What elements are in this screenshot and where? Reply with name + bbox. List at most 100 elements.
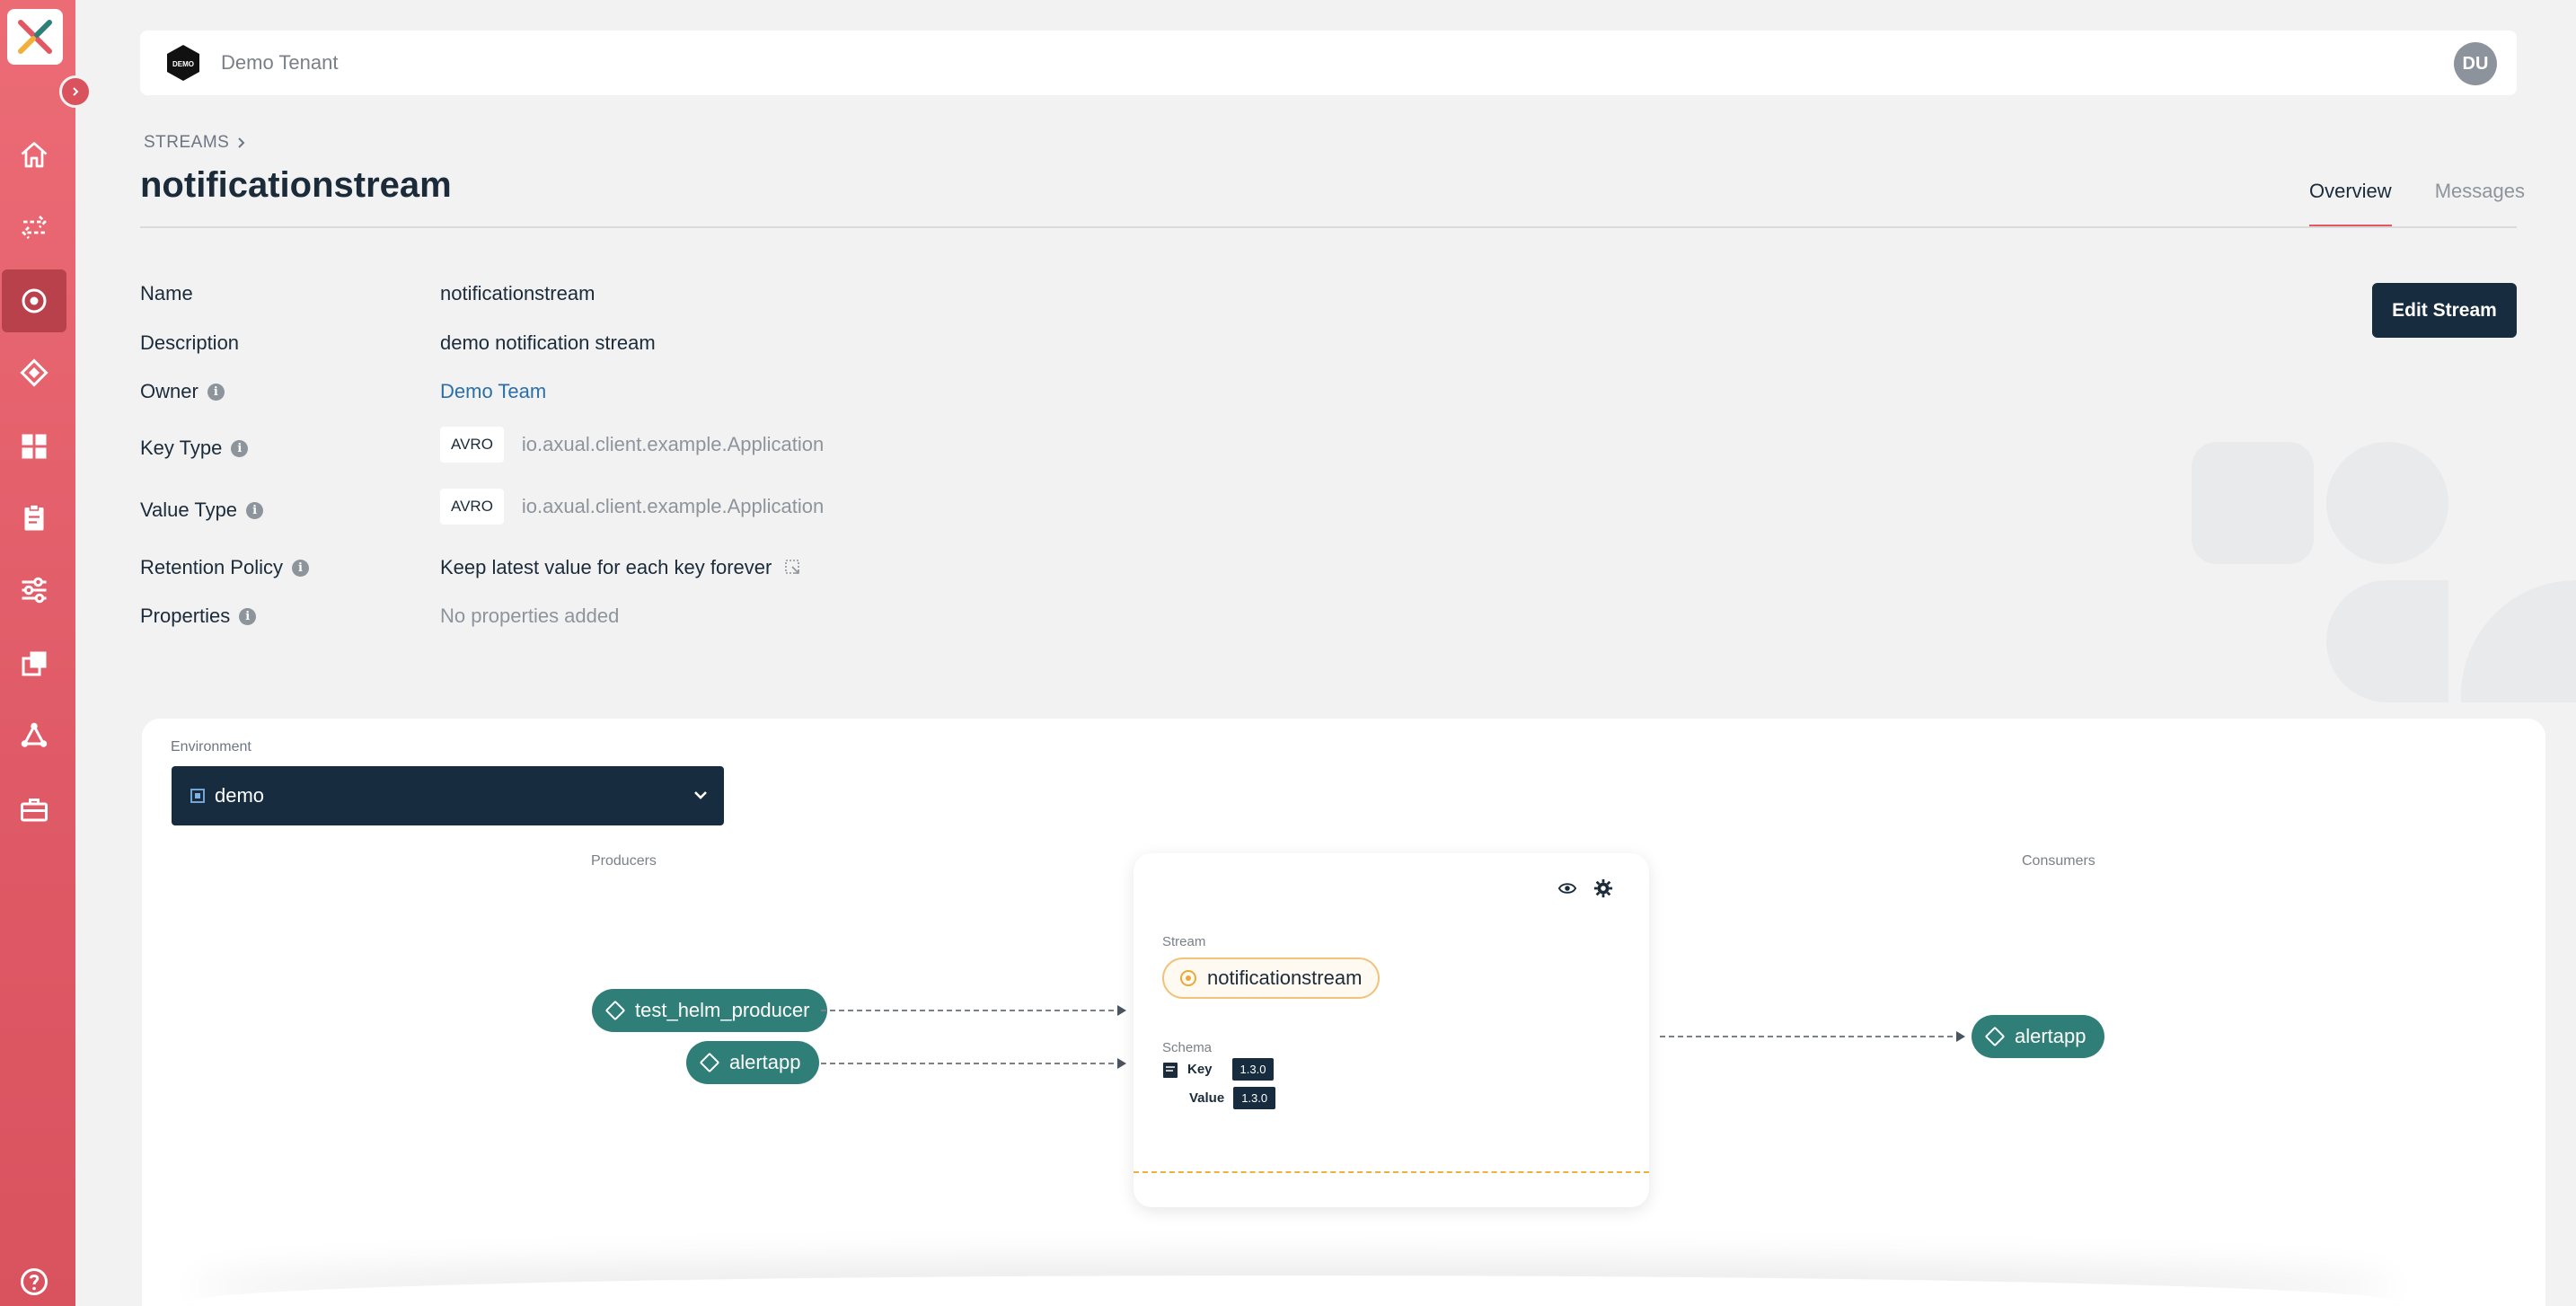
producer-node[interactable]: alertapp	[686, 1041, 819, 1084]
sidebar-expand-button[interactable]	[59, 75, 92, 108]
info-icon[interactable]: i	[246, 501, 264, 519]
dashboard-icon	[22, 434, 47, 459]
decorative-shape	[2192, 442, 2314, 564]
environment-select[interactable]: demo	[172, 766, 724, 825]
application-icon	[699, 1052, 720, 1073]
apps-arrows-icon	[22, 216, 47, 239]
top-bar: DEMO Demo Tenant DU	[140, 31, 2517, 95]
sidebar-item-toolbox[interactable]	[2, 778, 66, 841]
key-type-value: AVRO io.axual.client.example.Application	[440, 427, 824, 463]
schema-value-version[interactable]: 1.3.0	[1233, 1087, 1276, 1109]
consumer-name: alertapp	[2015, 1025, 2086, 1047]
breadcrumb-streams[interactable]: STREAMS	[144, 133, 229, 153]
schema-key-version[interactable]: 1.3.0	[1231, 1058, 1275, 1081]
info-icon[interactable]: i	[207, 383, 225, 401]
environment-value: demo	[215, 784, 265, 807]
streams-icon	[22, 288, 47, 313]
sidebar-item-settings[interactable]	[2, 559, 66, 622]
retention-policy-value: Keep latest value for each key forever	[440, 556, 802, 579]
sidebar-item-tasks[interactable]	[2, 487, 66, 550]
name-label: Name	[140, 282, 193, 304]
producers-label: Producers	[591, 853, 657, 869]
info-icon[interactable]: i	[291, 559, 309, 577]
name-value: notificationstream	[440, 282, 595, 304]
svg-text:DEMO: DEMO	[172, 60, 194, 68]
copy-icon	[22, 651, 47, 676]
application-icon	[1984, 1026, 2006, 1047]
properties-label: Properties i	[140, 604, 257, 628]
tenant-name: Demo Tenant	[221, 51, 339, 74]
toolbox-icon	[21, 799, 48, 822]
owner-label: Owner i	[140, 380, 225, 403]
producer-name: test_helm_producer	[635, 999, 810, 1021]
home-icon	[21, 142, 48, 168]
gear-icon[interactable]	[1593, 878, 1613, 898]
flow-arrow	[1660, 1031, 1965, 1042]
decorative-shape	[2326, 580, 2448, 702]
sidebar-item-help[interactable]	[2, 1250, 66, 1306]
decorative-shape	[2326, 442, 2448, 564]
schema-value-label: Value	[1189, 1090, 1225, 1106]
sidebar-item-home[interactable]	[2, 124, 66, 187]
stream-name: notificationstream	[1207, 966, 1363, 989]
key-type-badge: AVRO	[440, 427, 504, 463]
eye-icon[interactable]	[1557, 878, 1577, 898]
graph-icon	[21, 722, 48, 747]
divider	[140, 226, 2517, 228]
value-type-class: io.axual.client.example.Application	[521, 495, 825, 517]
producer-name: alertapp	[729, 1051, 801, 1073]
tenant-logo: DEMO	[167, 45, 199, 81]
value-type-value: AVRO io.axual.client.example.Application	[440, 489, 824, 525]
application-icon	[604, 1000, 626, 1021]
sidebar-item-graph[interactable]	[2, 704, 66, 767]
schema-key-label: Key	[1187, 1062, 1213, 1077]
environment-label: Environment	[171, 739, 251, 754]
tab-overview[interactable]: Overview	[2309, 180, 2392, 227]
stream-card: Stream notificationstream Schema Key 1.3…	[1134, 853, 1649, 1207]
chevron-right-icon	[238, 137, 245, 148]
breadcrumb[interactable]: STREAMS	[144, 133, 247, 153]
schema-key-row: Key 1.3.0	[1162, 1058, 1275, 1081]
stream-icon	[1180, 970, 1196, 986]
page-title: notificationstream	[140, 165, 452, 205]
stream-section-label: Stream	[1162, 934, 1206, 949]
sidebar-item-dashboard[interactable]	[2, 415, 66, 478]
consumers-label: Consumers	[2022, 853, 2095, 869]
description-label: Description	[140, 331, 240, 354]
edit-stream-button[interactable]: Edit Stream	[2372, 283, 2517, 338]
info-icon[interactable]: i	[239, 607, 257, 625]
user-avatar[interactable]: DU	[2454, 42, 2497, 85]
environment-icon	[190, 789, 205, 803]
decorative-shape	[2461, 580, 2576, 702]
producer-node[interactable]: test_helm_producer	[592, 989, 828, 1032]
key-type-class: io.axual.client.example.Application	[521, 433, 825, 455]
sidebar-item-applications[interactable]	[2, 341, 66, 404]
axual-logo[interactable]	[7, 9, 63, 65]
tabs: Overview Messages	[2309, 180, 2525, 227]
sidebar-item-copy[interactable]	[2, 632, 66, 695]
tab-messages[interactable]: Messages	[2435, 180, 2525, 227]
flow-arrow	[821, 1005, 1126, 1016]
description-value: demo notification stream	[440, 331, 656, 354]
help-icon	[21, 1268, 48, 1295]
flow-arrow	[821, 1058, 1126, 1069]
compact-icon	[785, 560, 800, 574]
chevron-down-icon	[694, 791, 707, 799]
owner-link[interactable]: Demo Team	[440, 380, 546, 403]
applications-icon	[20, 358, 49, 387]
chevron-right-icon	[73, 87, 79, 96]
sidebar-item-streams[interactable]	[2, 269, 66, 332]
schema-icon	[1163, 1062, 1178, 1078]
consumer-node[interactable]: alertapp	[1972, 1015, 2104, 1058]
key-type-label: Key Type i	[140, 437, 249, 460]
retention-policy-text: Keep latest value for each key forever	[440, 556, 772, 578]
value-type-label: Value Type i	[140, 499, 264, 522]
sidebar	[0, 0, 75, 1306]
sidebar-item-applications-flow[interactable]	[2, 196, 66, 259]
schema-section-label: Schema	[1162, 1040, 1213, 1055]
stream-flow-line	[1134, 1171, 1649, 1173]
info-icon[interactable]: i	[231, 439, 249, 457]
stream-node[interactable]: notificationstream	[1162, 957, 1381, 999]
retention-policy-label: Retention Policy i	[140, 556, 309, 579]
clipboard-icon	[24, 504, 44, 531]
